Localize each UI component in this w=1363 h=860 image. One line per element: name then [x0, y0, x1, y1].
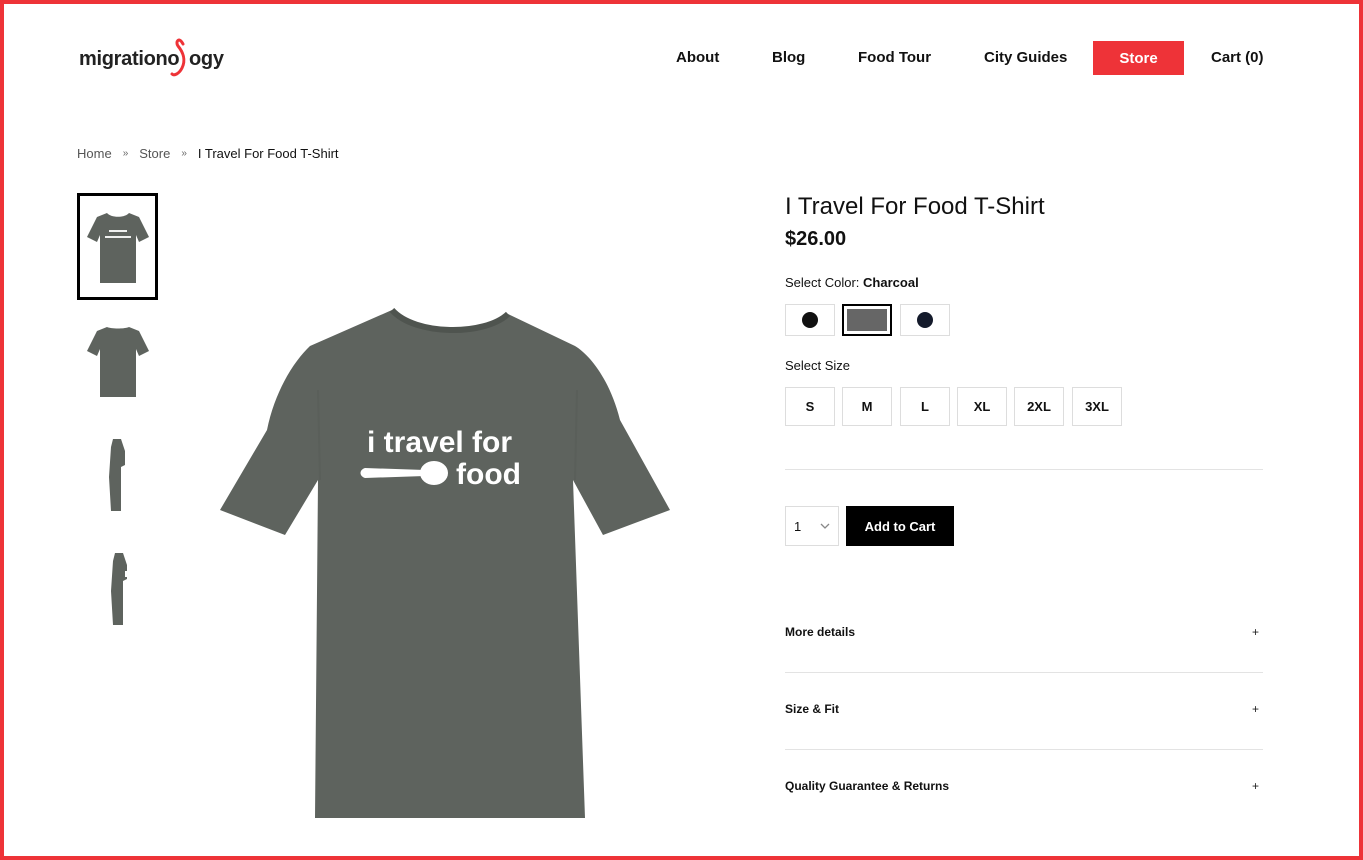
size-option-l[interactable]: L [900, 387, 950, 426]
thumbnail-front[interactable] [77, 193, 158, 300]
thumbnail-side-left[interactable] [77, 421, 158, 528]
size-option-2xl[interactable]: 2XL [1014, 387, 1064, 426]
nav-blog[interactable]: Blog [772, 49, 805, 66]
accordion-title: Size & Fit [785, 702, 840, 716]
color-label: Select Color: Charcoal [785, 275, 919, 290]
product-main-image: i travel for food [215, 300, 675, 820]
accordion-title: Quality Guarantee & Returns [785, 779, 950, 793]
accordion-size-fit[interactable]: Size & Fit + [785, 694, 1263, 724]
breadcrumb-separator: » [122, 148, 129, 159]
nav-store[interactable]: Store [1093, 41, 1184, 75]
svg-text:migrationo: migrationo [79, 48, 179, 70]
product-title: I Travel For Food T-Shirt [785, 193, 1045, 220]
divider [785, 469, 1263, 470]
color-swatch-charcoal[interactable] [842, 304, 892, 336]
accordion-title: More details [785, 625, 856, 639]
thumbnail-side-right[interactable] [77, 535, 158, 642]
shirt-print-line2: food [456, 458, 521, 491]
divider [785, 749, 1263, 750]
page-frame [0, 0, 1363, 860]
breadcrumb-separator: » [181, 148, 187, 159]
quantity-select[interactable]: 1 [785, 506, 839, 546]
nav-about[interactable]: About [676, 49, 719, 66]
logo-graphic: migrationo ogy [79, 38, 225, 77]
svg-text:ogy: ogy [189, 48, 225, 70]
accordion-quality-returns[interactable]: Quality Guarantee & Returns + [785, 771, 1263, 801]
plus-icon: + [1251, 779, 1259, 793]
tshirt-front-icon: i travel for food [220, 307, 670, 818]
chevron-down-icon [820, 523, 830, 529]
tshirt-back-thumb [86, 326, 149, 397]
add-to-cart-button[interactable]: Add to Cart [846, 506, 954, 546]
divider [785, 672, 1263, 673]
color-swatch-navy[interactable] [900, 304, 950, 336]
plus-icon: + [1251, 702, 1259, 716]
color-label-text: Select Color: [785, 275, 860, 290]
size-option-3xl[interactable]: 3XL [1072, 387, 1122, 426]
accordion-more-details[interactable]: More details + [785, 617, 1263, 647]
size-option-m[interactable]: M [842, 387, 892, 426]
nav-city-guides[interactable]: City Guides [984, 49, 1067, 66]
color-swatch-black[interactable] [785, 304, 835, 336]
selected-color-name: Charcoal [863, 275, 919, 290]
tshirt-side-thumb [110, 552, 128, 625]
nav-food-tour[interactable]: Food Tour [858, 49, 931, 66]
charcoal-swatch [847, 309, 887, 331]
tshirt-front-thumb [86, 212, 149, 283]
breadcrumb-home[interactable]: Home [77, 146, 112, 161]
breadcrumb-store[interactable]: Store [139, 146, 170, 161]
shirt-print-line1: i travel for [367, 426, 512, 459]
nav-cart[interactable]: Cart (0) [1211, 49, 1264, 66]
breadcrumb: Home » Store » I Travel For Food T-Shirt [77, 146, 339, 161]
size-option-xl[interactable]: XL [957, 387, 1007, 426]
size-option-s[interactable]: S [785, 387, 835, 426]
black-swatch [802, 312, 818, 328]
tshirt-side-thumb [108, 438, 125, 511]
product-price: $26.00 [785, 228, 847, 250]
plus-icon: + [1251, 625, 1259, 639]
quantity-value: 1 [794, 518, 802, 534]
site-logo[interactable]: migrationo ogy [79, 36, 239, 80]
navy-swatch [917, 312, 933, 328]
size-label: Select Size [785, 358, 851, 373]
thumbnail-back[interactable] [77, 307, 158, 414]
breadcrumb-current: I Travel For Food T-Shirt [197, 146, 339, 161]
